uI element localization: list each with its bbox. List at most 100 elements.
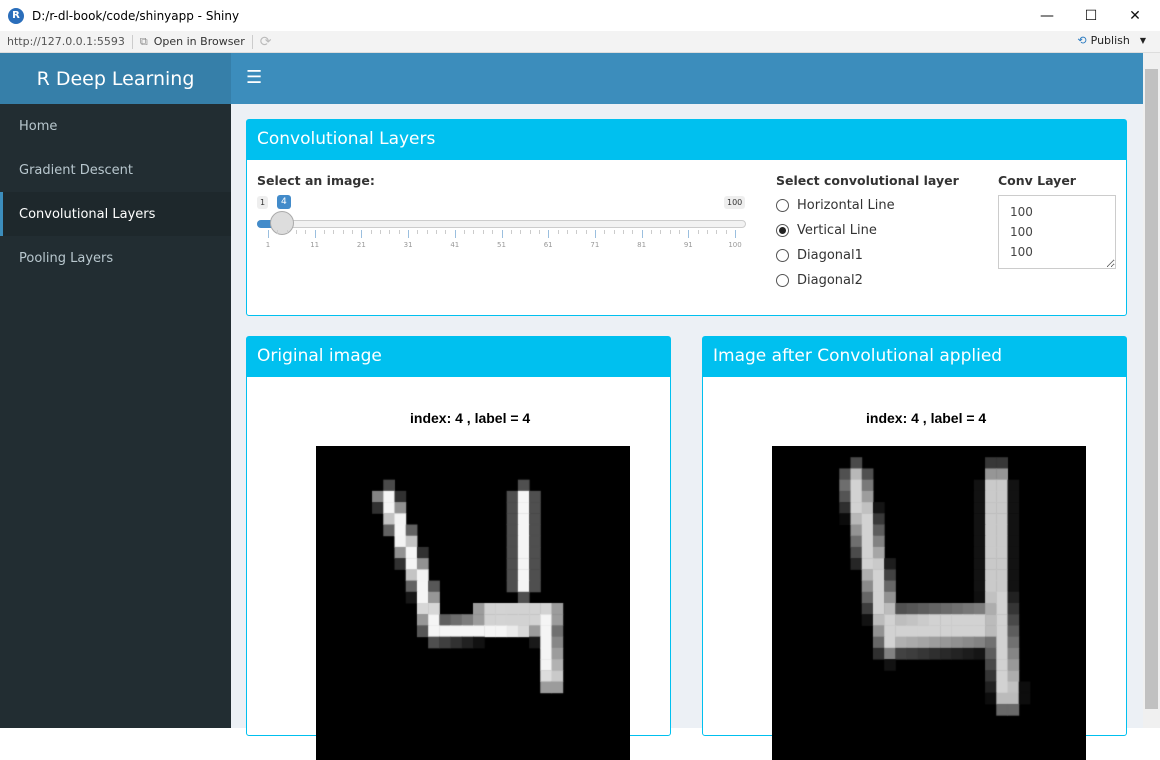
minor-tick [352, 230, 354, 234]
minor-tick [669, 230, 671, 234]
convolved-digit-image [772, 446, 1086, 760]
scrollbar-thumb[interactable] [1145, 69, 1158, 709]
publish-label: Publish [1090, 34, 1130, 47]
tick-mark [408, 230, 410, 238]
sidebar-item-home[interactable]: Home [0, 104, 231, 148]
slider-track[interactable] [257, 220, 746, 228]
tick-mark [454, 230, 456, 238]
minor-tick [296, 230, 298, 234]
tick-label: 71 [590, 241, 600, 249]
minor-tick [464, 230, 466, 234]
window-titlebar: R D:/r-dl-book/code/shinyapp - Shiny — ☐… [0, 0, 1160, 31]
radio-button[interactable] [776, 224, 789, 237]
minor-tick [277, 230, 279, 234]
close-button[interactable]: ✕ [1112, 0, 1158, 31]
minor-tick [286, 230, 288, 234]
radio-group-label: Select convolutional layer [776, 173, 959, 188]
controls-box: Convolutional Layers [246, 119, 1127, 316]
minor-tick [370, 230, 372, 234]
minor-tick [398, 230, 400, 234]
box-title: Original image [247, 337, 670, 377]
brand-logo[interactable]: R Deep Learning [0, 53, 231, 104]
minor-tick [697, 230, 699, 234]
sidebar-item-convolutional-layers[interactable]: Convolutional Layers [0, 192, 231, 236]
minor-tick [576, 230, 578, 234]
minor-tick [492, 230, 494, 234]
open-in-browser-button[interactable]: Open in Browser [154, 35, 245, 48]
plot-title: index: 4 , label = 4 [866, 410, 987, 426]
tick-label: 21 [356, 241, 366, 249]
radio-label: Vertical Line [797, 223, 877, 238]
radio-label: Horizontal Line [797, 198, 895, 213]
original-digit-image [316, 446, 630, 760]
slider-max: 100 [724, 196, 746, 209]
tick-mark [688, 230, 690, 238]
tick-mark [548, 230, 550, 238]
radio-option[interactable]: Diagonal1 [776, 248, 863, 263]
tick-label: 31 [403, 241, 413, 249]
r-logo-icon: R [8, 7, 24, 24]
minor-tick [566, 230, 568, 234]
open-browser-icon: ⧉ [139, 34, 148, 48]
tick-label: 91 [683, 241, 693, 249]
minor-tick [389, 230, 391, 234]
radio-button[interactable] [776, 199, 789, 212]
sidebar: Home Gradient Descent Convolutional Laye… [0, 104, 231, 728]
radio-option[interactable]: Diagonal2 [776, 273, 863, 288]
sidebar-item-gradient-descent[interactable]: Gradient Descent [0, 148, 231, 192]
minor-tick [650, 230, 652, 234]
minor-tick [706, 230, 708, 234]
minor-tick [622, 230, 624, 234]
tick-mark [314, 230, 316, 238]
slider-value: 4 [277, 195, 291, 209]
plot-title: index: 4 , label = 4 [410, 410, 531, 426]
vertical-scrollbar[interactable] [1143, 53, 1160, 728]
tick-label: 61 [543, 241, 553, 249]
slider-min: 1 [257, 196, 269, 209]
refresh-icon[interactable]: ⟳ [260, 34, 272, 50]
minor-tick [725, 230, 727, 234]
minor-tick [342, 230, 344, 234]
minor-tick [529, 230, 531, 234]
minor-tick [305, 230, 307, 234]
minor-tick [445, 230, 447, 234]
slider-handle[interactable] [270, 211, 294, 235]
box-title: Convolutional Layers [247, 120, 1126, 160]
radio-button[interactable] [776, 274, 789, 287]
top-navbar: ☰ [231, 53, 1143, 104]
minor-tick [482, 230, 484, 234]
box-title: Image after Convolutional applied [703, 337, 1126, 377]
conv-layer-textarea[interactable]: 100 100 100 [998, 195, 1116, 269]
minor-tick [678, 230, 680, 234]
url-text: http://127.0.0.1:5593 [7, 35, 125, 48]
chevron-down-icon: ▼ [1139, 36, 1146, 45]
minimize-button[interactable]: — [1024, 0, 1070, 31]
minor-tick [660, 230, 662, 234]
publish-button[interactable]: ⟲ Publish ▼ [1077, 34, 1146, 47]
radio-button[interactable] [776, 249, 789, 262]
tick-label: 81 [637, 241, 647, 249]
minor-tick [538, 230, 540, 234]
tick-mark [361, 230, 363, 238]
minor-tick [613, 230, 615, 234]
hamburger-menu-icon[interactable]: ☰ [246, 67, 262, 88]
minor-tick [333, 230, 335, 234]
minor-tick [557, 230, 559, 234]
tick-mark [501, 230, 503, 238]
sidebar-item-pooling-layers[interactable]: Pooling Layers [0, 236, 231, 280]
minor-tick [510, 230, 512, 234]
minor-tick [632, 230, 634, 234]
minor-tick [716, 230, 718, 234]
maximize-button[interactable]: ☐ [1068, 0, 1114, 31]
conv-layer-label: Conv Layer [998, 173, 1076, 188]
minor-tick [426, 230, 428, 234]
tick-label: 41 [450, 241, 460, 249]
radio-option[interactable]: Vertical Line [776, 223, 877, 238]
minor-tick [417, 230, 419, 234]
minor-tick [604, 230, 606, 234]
window-title: D:/r-dl-book/code/shinyapp - Shiny [32, 8, 240, 23]
radio-option[interactable]: Horizontal Line [776, 198, 895, 213]
tick-label: 11 [310, 241, 320, 249]
tick-mark [268, 230, 269, 238]
slider-label: Select an image: [257, 173, 375, 188]
